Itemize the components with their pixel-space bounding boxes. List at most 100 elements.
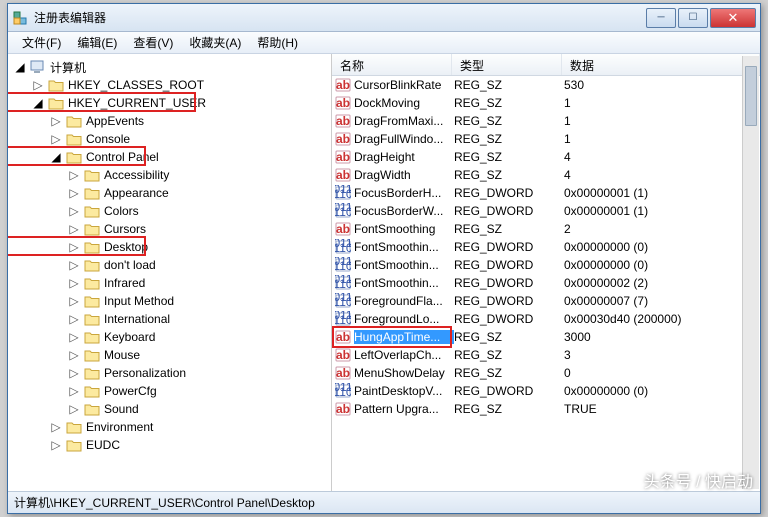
list-row[interactable]: 011110FocusBorderH...REG_DWORD0x00000001… xyxy=(332,184,760,202)
value-type: REG_SZ xyxy=(454,402,564,416)
list-row[interactable]: 011110FontSmoothin...REG_DWORD0x00000000… xyxy=(332,256,760,274)
list-row[interactable]: abMenuShowDelayREG_SZ0 xyxy=(332,364,760,382)
value-name: HungAppTime... xyxy=(354,330,454,344)
string-value-icon: ab xyxy=(335,149,351,165)
col-name[interactable]: 名称 xyxy=(332,54,452,75)
tree-item[interactable]: ▷Environment xyxy=(8,418,331,436)
list-row[interactable]: abDragHeightREG_SZ4 xyxy=(332,148,760,166)
list-row[interactable]: abDragFullWindo...REG_SZ1 xyxy=(332,130,760,148)
tree-item[interactable]: ▷Console xyxy=(8,130,331,148)
chevron-right-icon[interactable]: ▷ xyxy=(32,78,44,92)
tree-root[interactable]: ◢计算机 xyxy=(8,58,331,76)
chevron-right-icon[interactable]: ▷ xyxy=(68,276,80,290)
value-type: REG_SZ xyxy=(454,132,564,146)
scrollbar-thumb[interactable] xyxy=(745,66,757,126)
value-name: FocusBorderH... xyxy=(354,186,454,200)
tree-item[interactable]: ▷ Desktop xyxy=(8,238,331,256)
tree-pane[interactable]: ◢计算机▷HKEY_CLASSES_ROOT◢HKEY_CURRENT_USER… xyxy=(8,54,332,491)
value-name: FontSmoothing xyxy=(354,222,454,236)
tree-item-label: Desktop xyxy=(104,240,148,254)
chevron-right-icon[interactable]: ▷ xyxy=(68,168,80,182)
tree-item[interactable]: ▷Accessibility xyxy=(8,166,331,184)
folder-icon xyxy=(84,330,100,344)
tree-item[interactable]: ▷ Mouse xyxy=(8,346,331,364)
col-data[interactable]: 数据 xyxy=(562,54,760,75)
list-row[interactable]: abFontSmoothingREG_SZ2 xyxy=(332,220,760,238)
chevron-right-icon[interactable]: ▷ xyxy=(68,294,80,308)
maximize-button[interactable]: ☐ xyxy=(678,8,708,28)
statusbar: 计算机\HKEY_CURRENT_USER\Control Panel\Desk… xyxy=(8,491,760,513)
chevron-down-icon[interactable]: ◢ xyxy=(50,150,62,164)
tree-item[interactable]: ▷ don't load xyxy=(8,256,331,274)
list-header[interactable]: 名称 类型 数据 xyxy=(332,54,760,76)
list-row[interactable]: abHungAppTime...REG_SZ3000 xyxy=(332,328,760,346)
menu-view[interactable]: 查看(V) xyxy=(125,34,181,51)
chevron-right-icon[interactable]: ▷ xyxy=(68,240,80,254)
list-row[interactable]: abPattern Upgra...REG_SZTRUE xyxy=(332,400,760,418)
folder-icon xyxy=(66,420,82,434)
tree-item[interactable]: ▷HKEY_CLASSES_ROOT xyxy=(8,76,331,94)
tree-item[interactable]: ▷Keyboard xyxy=(8,328,331,346)
list-row[interactable]: abDragWidthREG_SZ4 xyxy=(332,166,760,184)
tree-item[interactable]: ▷International xyxy=(8,310,331,328)
value-name: LeftOverlapCh... xyxy=(354,348,454,362)
list-pane[interactable]: 名称 类型 数据 abCursorBlinkRateREG_SZ530abDoc… xyxy=(332,54,760,491)
value-data: 530 xyxy=(564,78,760,92)
list-row[interactable]: 011110FocusBorderW...REG_DWORD0x00000001… xyxy=(332,202,760,220)
chevron-right-icon[interactable]: ▷ xyxy=(50,438,62,452)
tree-item[interactable]: ◢HKEY_CURRENT_USER xyxy=(8,94,331,112)
value-name: DragHeight xyxy=(354,150,454,164)
chevron-right-icon[interactable]: ▷ xyxy=(68,384,80,398)
chevron-right-icon[interactable]: ▷ xyxy=(50,114,62,128)
chevron-right-icon[interactable]: ▷ xyxy=(68,258,80,272)
scrollbar-vertical[interactable] xyxy=(742,56,759,489)
chevron-right-icon[interactable]: ▷ xyxy=(50,420,62,434)
list-row[interactable]: 011110FontSmoothin...REG_DWORD0x00000000… xyxy=(332,238,760,256)
chevron-right-icon[interactable]: ▷ xyxy=(68,348,80,362)
tree-item[interactable]: ▷Colors xyxy=(8,202,331,220)
list-row[interactable]: abDockMovingREG_SZ1 xyxy=(332,94,760,112)
window-title: 注册表编辑器 xyxy=(34,9,646,26)
tree-item[interactable]: ▷EUDC xyxy=(8,436,331,454)
tree-item-label: Mouse xyxy=(104,348,140,362)
tree-item[interactable]: ▷Input Method xyxy=(8,292,331,310)
menu-edit[interactable]: 编辑(E) xyxy=(69,34,125,51)
chevron-right-icon[interactable]: ▷ xyxy=(68,204,80,218)
titlebar[interactable]: 注册表编辑器 ─ ☐ ✕ xyxy=(8,4,760,32)
tree-item-label: don't load xyxy=(104,258,156,272)
menu-file[interactable]: 文件(F) xyxy=(14,34,69,51)
list-row[interactable]: 011110PaintDesktopV...REG_DWORD0x0000000… xyxy=(332,382,760,400)
menu-help[interactable]: 帮助(H) xyxy=(249,34,306,51)
menu-favorites[interactable]: 收藏夹(A) xyxy=(181,34,249,51)
list-row[interactable]: abLeftOverlapCh...REG_SZ3 xyxy=(332,346,760,364)
tree-item[interactable]: ▷Sound xyxy=(8,400,331,418)
value-name: DragWidth xyxy=(354,168,454,182)
list-row[interactable]: abCursorBlinkRateREG_SZ530 xyxy=(332,76,760,94)
value-type: REG_DWORD xyxy=(454,312,564,326)
chevron-right-icon[interactable]: ▷ xyxy=(68,330,80,344)
tree-item[interactable]: ▷PowerCfg xyxy=(8,382,331,400)
list-row[interactable]: 011110FontSmoothin...REG_DWORD0x00000002… xyxy=(332,274,760,292)
list-row[interactable]: 011110ForegroundFla...REG_DWORD0x0000000… xyxy=(332,292,760,310)
chevron-down-icon[interactable]: ◢ xyxy=(14,60,26,74)
minimize-button[interactable]: ─ xyxy=(646,8,676,28)
chevron-right-icon[interactable]: ▷ xyxy=(68,312,80,326)
tree-item[interactable]: ◢Control Panel xyxy=(8,148,331,166)
tree-item[interactable]: ▷Cursors xyxy=(8,220,331,238)
tree-item[interactable]: ▷Personalization xyxy=(8,364,331,382)
chevron-right-icon[interactable]: ▷ xyxy=(68,186,80,200)
col-type[interactable]: 类型 xyxy=(452,54,562,75)
chevron-right-icon[interactable]: ▷ xyxy=(68,402,80,416)
list-row[interactable]: 011110ForegroundLo...REG_DWORD0x00030d40… xyxy=(332,310,760,328)
close-button[interactable]: ✕ xyxy=(710,8,756,28)
tree-item[interactable]: ▷Appearance xyxy=(8,184,331,202)
tree-item[interactable]: ▷Infrared xyxy=(8,274,331,292)
chevron-down-icon[interactable]: ◢ xyxy=(32,96,44,110)
folder-icon xyxy=(66,150,82,164)
chevron-right-icon[interactable]: ▷ xyxy=(68,366,80,380)
chevron-right-icon[interactable]: ▷ xyxy=(68,222,80,236)
list-row[interactable]: abDragFromMaxi...REG_SZ1 xyxy=(332,112,760,130)
value-type: REG_DWORD xyxy=(454,204,564,218)
chevron-right-icon[interactable]: ▷ xyxy=(50,132,62,146)
tree-item[interactable]: ▷AppEvents xyxy=(8,112,331,130)
